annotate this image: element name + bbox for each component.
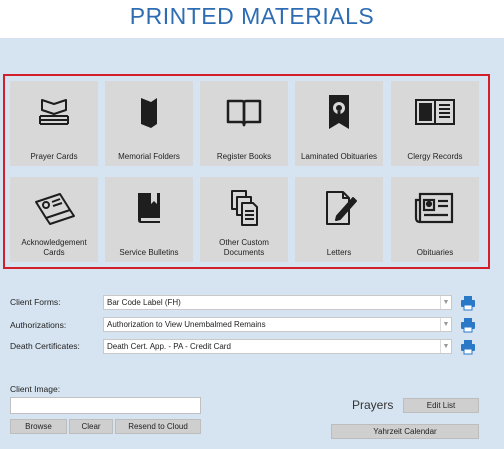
tile-obituaries[interactable]: Obituaries <box>391 177 479 262</box>
open-book-icon <box>200 89 288 135</box>
tile-label: Memorial Folders <box>118 152 180 161</box>
tile-label: Register Books <box>216 152 272 161</box>
printer-icon[interactable] <box>460 317 476 333</box>
tile-label: Obituaries <box>416 248 454 257</box>
bulletin-book-icon <box>105 185 193 231</box>
client-image-input[interactable] <box>10 397 201 414</box>
letter-pen-icon <box>295 185 383 231</box>
death-certificates-value: Death Cert. App. - PA - Credit Card <box>107 342 231 351</box>
documents-icon <box>200 185 288 231</box>
edit-list-button[interactable]: Edit List <box>403 398 479 413</box>
record-book-icon <box>391 89 479 135</box>
authorizations-label: Authorizations: <box>10 320 67 330</box>
tile-label: Service Bulletins <box>119 248 179 257</box>
authorizations-value: Authorization to View Unembalmed Remains <box>107 320 266 329</box>
tile-other-custom-documents[interactable]: Other Custom Documents <box>200 177 288 262</box>
chevron-down-icon[interactable]: ▼ <box>440 318 451 331</box>
client-forms-value: Bar Code Label (FH) <box>107 298 181 307</box>
folder-icon <box>105 89 193 135</box>
yahrzeit-calendar-button[interactable]: Yahrzeit Calendar <box>331 424 479 439</box>
tile-label: Acknowledgement Cards <box>21 238 87 257</box>
printer-icon[interactable] <box>460 339 476 355</box>
title-bar: PRINTED MATERIALS <box>0 0 504 38</box>
tile-label: Laminated Obituaries <box>300 152 378 161</box>
prayers-label: Prayers <box>352 398 394 412</box>
stacked-cards-icon <box>10 89 98 135</box>
tile-clergy-records[interactable]: Clergy Records <box>391 81 479 166</box>
card-envelope-icon <box>10 185 98 231</box>
client-forms-label: Client Forms: <box>10 297 61 307</box>
printer-icon[interactable] <box>460 295 476 311</box>
chevron-down-icon[interactable]: ▼ <box>440 340 451 353</box>
authorizations-select[interactable]: Authorization to View Unembalmed Remains… <box>103 317 452 332</box>
newspaper-icon <box>391 185 479 231</box>
tile-label: Letters <box>326 248 352 257</box>
tile-register-books[interactable]: Register Books <box>200 81 288 166</box>
tile-label: Clergy Records <box>407 152 463 161</box>
chevron-down-icon[interactable]: ▼ <box>440 296 451 309</box>
tile-prayer-cards[interactable]: Prayer Cards <box>10 81 98 166</box>
client-forms-select[interactable]: Bar Code Label (FH) ▼ <box>103 295 452 310</box>
tile-letters[interactable]: Letters <box>295 177 383 262</box>
laminated-portrait-icon <box>295 89 383 135</box>
death-certificates-select[interactable]: Death Cert. App. - PA - Credit Card ▼ <box>103 339 452 354</box>
tile-label: Prayer Cards <box>30 152 78 161</box>
tile-service-bulletins[interactable]: Service Bulletins <box>105 177 193 262</box>
page-title: PRINTED MATERIALS <box>129 3 375 29</box>
clear-button[interactable]: Clear <box>69 419 113 434</box>
client-image-label: Client Image: <box>10 384 61 394</box>
browse-button[interactable]: Browse <box>10 419 67 434</box>
death-certificates-label: Death Certificates: <box>10 341 80 351</box>
resend-to-cloud-button[interactable]: Resend to Cloud <box>115 419 201 434</box>
tile-label: Other Custom Documents <box>219 238 269 257</box>
tile-memorial-folders[interactable]: Memorial Folders <box>105 81 193 166</box>
tile-acknowledgement-cards[interactable]: Acknowledgement Cards <box>10 177 98 262</box>
tile-laminated-obituaries[interactable]: Laminated Obituaries <box>295 81 383 166</box>
